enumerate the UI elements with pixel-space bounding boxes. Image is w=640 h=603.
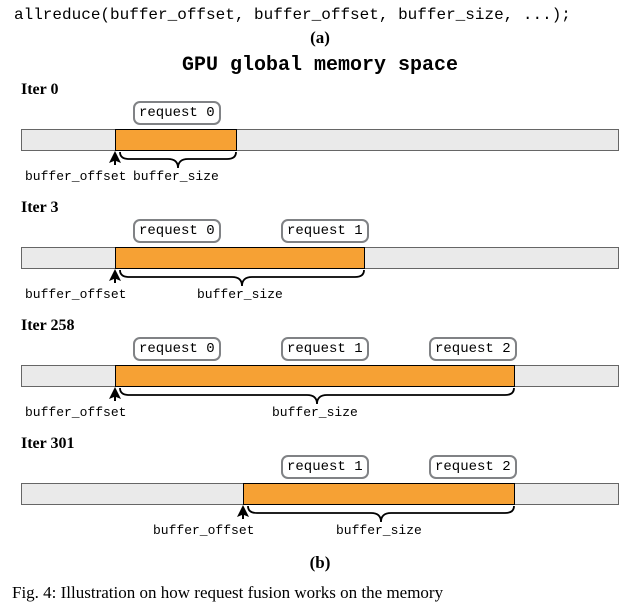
- request-row: request 0 request 1 request 2: [21, 337, 619, 365]
- diagram: Iter 0request 0buffer_offsetbuffer_sizeI…: [21, 81, 619, 545]
- annotation-row: buffer_offset buffer_size: [21, 151, 619, 191]
- figure-caption: Fig. 4: Illustration on how request fusi…: [8, 579, 632, 603]
- annotation-row: buffer_offset buffer_size: [21, 505, 619, 545]
- memory-bar: [21, 365, 619, 387]
- buffer-offset-label: buffer_offset: [25, 169, 126, 184]
- request-chip: request 1: [281, 337, 369, 361]
- curly-brace-icon: [119, 269, 365, 287]
- iter-block: Iter 258 request 0 request 1 request 2 buffe…: [21, 317, 619, 427]
- memory-bar-fill: [115, 247, 365, 269]
- buffer-size-label: buffer_size: [272, 405, 358, 420]
- annotation-row: buffer_offset buffer_size: [21, 269, 619, 309]
- iter-label: Iter 0: [21, 81, 619, 99]
- request-chip: request 0: [133, 219, 221, 243]
- request-chip: request 0: [133, 337, 221, 361]
- iter-block: Iter 0 request 0 buffer_offset buffer_size: [21, 81, 619, 191]
- iter-label: Iter 301: [21, 435, 619, 453]
- memory-bar: [21, 129, 619, 151]
- code-line: allreduce(buffer_offset, buffer_offset, …: [8, 4, 632, 26]
- memory-bar: [21, 247, 619, 269]
- iter-label: Iter 3: [21, 199, 619, 217]
- request-chip: request 2: [429, 455, 517, 479]
- memory-bar-fill: [115, 365, 515, 387]
- request-row: request 1 request 2: [21, 455, 619, 483]
- request-chip: request 1: [281, 455, 369, 479]
- curly-brace-icon: [247, 505, 515, 523]
- figure-sublabel-a: (a): [8, 28, 632, 48]
- buffer-size-label: buffer_size: [133, 169, 219, 184]
- memory-bar: [21, 483, 619, 505]
- request-row: request 0 request 1: [21, 219, 619, 247]
- buffer-offset-label: buffer_offset: [25, 405, 126, 420]
- memory-bar-fill: [115, 129, 237, 151]
- iter-label: Iter 258: [21, 317, 619, 335]
- buffer-offset-label: buffer_offset: [25, 287, 126, 302]
- iter-block: Iter 301request 1request 2buffer_offsetb…: [21, 435, 619, 545]
- buffer-size-label: buffer_size: [197, 287, 283, 302]
- annotation-row: buffer_offset buffer_size: [21, 387, 619, 427]
- buffer-offset-label: buffer_offset: [153, 523, 254, 538]
- curly-brace-icon: [119, 151, 237, 169]
- memory-bar-bg: [21, 129, 619, 151]
- memory-bar-fill: [243, 483, 515, 505]
- curly-brace-icon: [119, 387, 515, 405]
- diagram-title: GPU global memory space: [8, 54, 632, 77]
- request-chip: request 1: [281, 219, 369, 243]
- buffer-size-label: buffer_size: [336, 523, 422, 538]
- figure-sublabel-b: (b): [8, 553, 632, 573]
- page: allreduce(buffer_offset, buffer_offset, …: [0, 0, 640, 603]
- request-chip: request 0: [133, 101, 221, 125]
- iter-block: Iter 3request 0request 1buffer_offsetbuf…: [21, 199, 619, 309]
- request-chip: request 2: [429, 337, 517, 361]
- request-row: request 0: [21, 101, 619, 129]
